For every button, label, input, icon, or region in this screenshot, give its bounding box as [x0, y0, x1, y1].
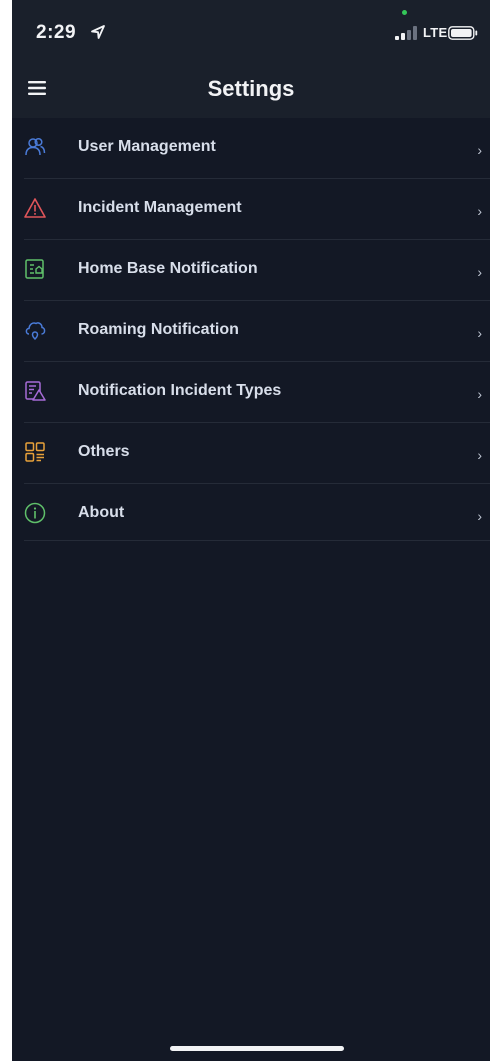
- settings-item-label: Incident Management: [78, 199, 242, 216]
- app-screen: 2:29 LTE Settings User Management › Inci…: [12, 0, 490, 1061]
- privacy-indicator-dot: [402, 10, 407, 15]
- settings-item-home-base-notification[interactable]: Home Base Notification ›: [24, 240, 490, 301]
- settings-item-label: User Management: [78, 138, 216, 155]
- settings-item-incident-management[interactable]: Incident Management ›: [24, 179, 490, 240]
- settings-item-label: Notification Incident Types: [78, 382, 282, 399]
- chevron-right-icon: ›: [477, 508, 482, 524]
- chevron-right-icon: ›: [477, 447, 482, 463]
- home-base-icon: [25, 259, 44, 279]
- chevron-right-icon: ›: [477, 264, 482, 280]
- settings-item-label: About: [78, 504, 125, 521]
- cloud-roaming-icon: [25, 322, 46, 341]
- settings-item-label: Home Base Notification: [78, 260, 258, 277]
- chevron-right-icon: ›: [477, 203, 482, 219]
- warning-triangle-icon: [24, 198, 46, 218]
- settings-item-label: Others: [78, 443, 130, 460]
- settings-item-notification-incident-types[interactable]: Notification Incident Types ›: [24, 362, 490, 423]
- home-indicator[interactable]: [170, 1046, 344, 1051]
- settings-list: User Management › Incident Management › …: [12, 118, 490, 541]
- info-icon: [24, 502, 46, 524]
- grid-icon: [25, 442, 45, 462]
- users-icon: [25, 137, 46, 156]
- battery-icon: [448, 26, 478, 40]
- status-bar: 2:29 LTE: [12, 0, 490, 60]
- signal-bars-icon: [395, 26, 417, 40]
- settings-item-roaming-notification[interactable]: Roaming Notification ›: [24, 301, 490, 362]
- settings-item-user-management[interactable]: User Management ›: [24, 118, 490, 179]
- status-time: 2:29: [36, 22, 77, 43]
- location-arrow-icon: [91, 25, 105, 39]
- settings-item-others[interactable]: Others ›: [24, 423, 490, 484]
- chevron-right-icon: ›: [477, 325, 482, 341]
- page-title: Settings: [207, 76, 295, 101]
- chevron-right-icon: ›: [477, 142, 482, 158]
- settings-item-label: Roaming Notification: [78, 321, 239, 338]
- network-type: LTE: [423, 25, 448, 40]
- incident-types-icon: [25, 381, 46, 401]
- app-bar: Settings: [12, 60, 490, 118]
- settings-item-about[interactable]: About ›: [24, 484, 490, 541]
- chevron-right-icon: ›: [477, 386, 482, 402]
